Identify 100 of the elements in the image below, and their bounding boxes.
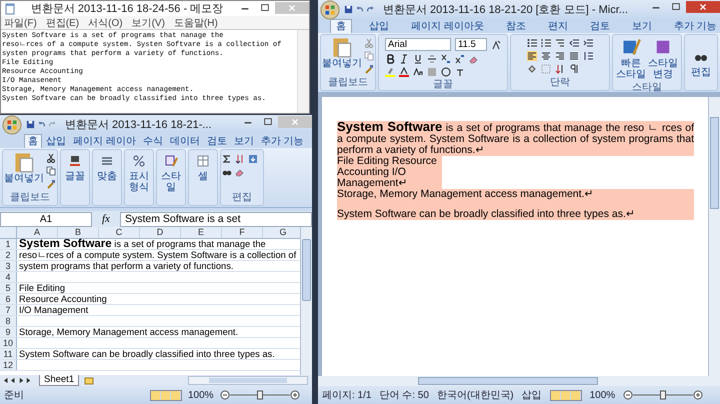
column-header[interactable]: B	[58, 227, 99, 238]
font-size-field[interactable]: 11.5	[455, 38, 487, 51]
view-buttons-icon[interactable]	[150, 390, 182, 400]
align-right-icon[interactable]	[555, 51, 565, 61]
italic-icon[interactable]	[399, 54, 409, 64]
save-icon[interactable]	[26, 120, 35, 128]
status-item[interactable]: 페이지: 1/1	[322, 388, 372, 402]
sort-icon[interactable]	[555, 64, 565, 74]
decrease-indent-icon[interactable]	[569, 38, 579, 48]
column-header[interactable]: C	[99, 227, 140, 238]
ribbon-tab[interactable]: 홈	[330, 19, 352, 33]
bold-icon[interactable]	[385, 54, 395, 64]
ribbon-tab[interactable]: 보기	[230, 135, 257, 148]
name-box[interactable]: A1	[0, 212, 92, 226]
row-header[interactable]: 4	[0, 272, 17, 282]
office-button[interactable]	[320, 0, 340, 20]
row-header[interactable]: 6	[0, 294, 17, 304]
ribbon-tab[interactable]: 참조	[500, 20, 531, 33]
paste-button[interactable]: 붙여넣기	[4, 151, 44, 189]
column-header[interactable]: F	[222, 227, 263, 238]
insert-function-button[interactable]: fx	[96, 213, 116, 225]
brush-icon[interactable]	[364, 64, 374, 74]
ribbon-tab[interactable]: 추가 기능	[668, 20, 720, 33]
row-header[interactable]: 10	[0, 338, 17, 348]
row-header[interactable]: 8	[0, 316, 17, 326]
text-area[interactable]	[1, 29, 309, 113]
change-case-icon[interactable]	[413, 67, 423, 77]
menu-item[interactable]: 파일(F)	[4, 16, 37, 30]
change-styles-button[interactable]: 스타일 변경	[648, 36, 678, 80]
scrollbar[interactable]	[708, 97, 720, 376]
row-header[interactable]: 9	[0, 327, 17, 337]
numbered-list-icon[interactable]	[541, 38, 551, 48]
ribbon-tab[interactable]: 보기	[626, 20, 657, 33]
quick-styles-button[interactable]: 빠른 스타일	[616, 36, 646, 80]
superscript-icon[interactable]	[455, 54, 465, 64]
row-header[interactable]: 1	[0, 239, 17, 249]
formula-field[interactable]: System Software is a set	[120, 212, 312, 226]
enclose-icon[interactable]	[441, 67, 451, 77]
document-page[interactable]	[322, 97, 708, 376]
ribbon-tab[interactable]: 페이지 레이아	[70, 135, 139, 148]
slider-thumb[interactable]	[256, 390, 263, 400]
ribbon-button[interactable]: 표시 형식	[126, 151, 152, 193]
menu-item[interactable]: 서식(O)	[88, 16, 123, 30]
menu-item[interactable]: 편집(E)	[46, 16, 80, 30]
sheet-tab[interactable]: Sheet1	[39, 375, 80, 386]
ribbon-tab[interactable]: 페이지 레이아웃	[406, 20, 489, 33]
paragraph-mark-icon[interactable]	[569, 64, 579, 74]
paste-button[interactable]: 붙여넣기	[322, 36, 362, 74]
strikethrough-icon[interactable]	[427, 54, 437, 64]
ribbon-button[interactable]: 글꼴	[62, 151, 88, 182]
ribbon-tab[interactable]: 편지	[542, 20, 573, 33]
office-button[interactable]	[2, 115, 22, 134]
sum-icon[interactable]	[222, 154, 232, 164]
grow-font-icon[interactable]	[491, 40, 501, 50]
bullet-list-icon[interactable]	[527, 38, 537, 48]
view-buttons-icon[interactable]	[550, 390, 582, 400]
subscript-icon[interactable]	[441, 54, 451, 64]
line-spacing-icon[interactable]	[583, 51, 593, 61]
editing-button[interactable]: 편집	[691, 47, 711, 78]
ribbon-tab[interactable]: 홈	[24, 134, 42, 148]
align-left-icon[interactable]	[527, 51, 537, 61]
sort-icon[interactable]	[235, 154, 245, 164]
eraser-icon[interactable]	[235, 167, 245, 177]
row-header[interactable]: 11	[0, 349, 17, 359]
undo-icon[interactable]	[37, 120, 46, 128]
font-name-field[interactable]: Arial	[385, 38, 451, 51]
column-header[interactable]: E	[181, 227, 222, 238]
justify-icon[interactable]	[569, 51, 579, 61]
save-icon[interactable]	[344, 4, 353, 14]
ribbon-button[interactable]: 셀	[190, 151, 216, 182]
ribbon-tab[interactable]: 데이터	[166, 135, 203, 148]
shading-bucket-icon[interactable]	[527, 64, 537, 74]
column-header[interactable]: A	[17, 227, 58, 238]
clear-format-icon[interactable]	[469, 54, 479, 64]
scrollbar[interactable]	[188, 376, 308, 385]
brush-icon[interactable]	[46, 179, 56, 189]
row-header[interactable]: 7	[0, 305, 17, 315]
status-item[interactable]: 단어 수: 50	[379, 388, 429, 402]
scrollbar[interactable]	[300, 227, 312, 375]
ribbon-button[interactable]: 스타일	[158, 151, 184, 193]
status-item[interactable]: 한국어(대한민국)	[436, 388, 514, 402]
row-header[interactable]: 5	[0, 283, 17, 293]
ribbon-tab[interactable]: 검토	[584, 20, 615, 33]
ribbon-tab[interactable]: 추가 기능	[258, 135, 307, 148]
align-center-icon[interactable]	[541, 51, 551, 61]
ribbon-button[interactable]: 맞춤	[94, 151, 120, 182]
font-color-icon[interactable]	[399, 67, 409, 77]
close-button[interactable]	[686, 0, 720, 14]
zoom-slider[interactable]	[623, 390, 704, 400]
status-item[interactable]: 삽입	[522, 388, 542, 402]
ribbon-tab[interactable]: 삽입	[43, 135, 69, 148]
undo-icon[interactable]	[355, 4, 364, 14]
column-header[interactable]: D	[140, 227, 181, 238]
copy-icon[interactable]	[46, 166, 56, 176]
new-sheet-icon[interactable]	[82, 376, 96, 384]
underline-icon[interactable]	[413, 54, 423, 64]
slider-thumb[interactable]	[660, 390, 666, 400]
row-header[interactable]: 2	[0, 250, 17, 260]
redo-icon[interactable]	[366, 4, 375, 14]
ribbon-tab[interactable]: 삽입	[364, 20, 394, 33]
